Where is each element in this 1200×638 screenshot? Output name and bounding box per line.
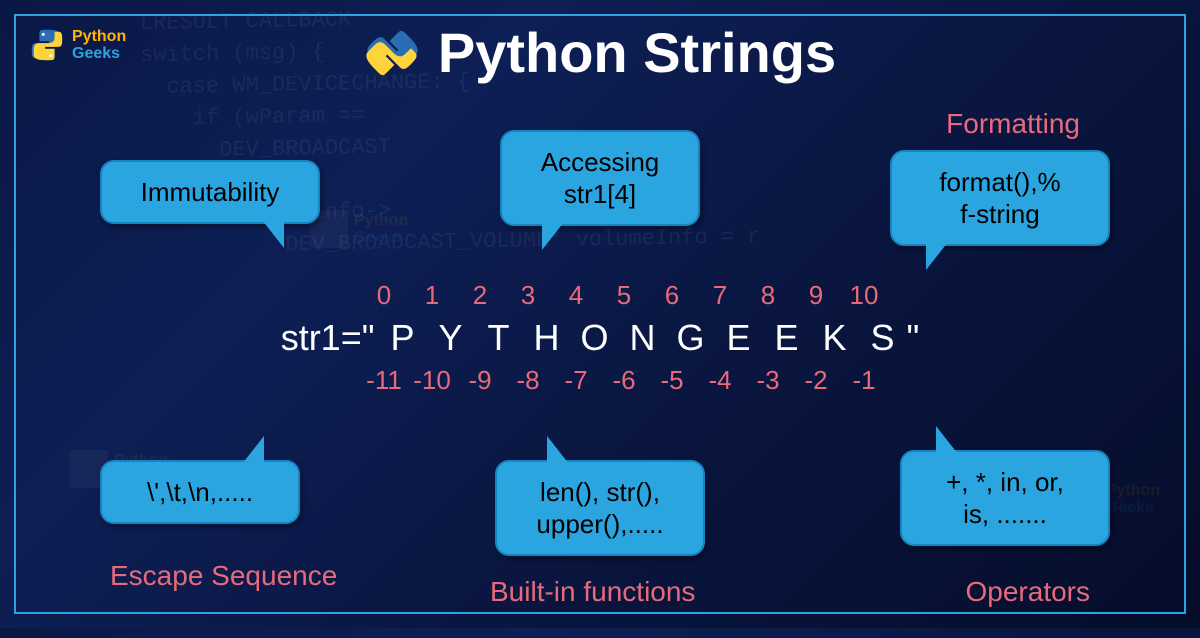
string-suffix: " <box>907 317 920 359</box>
bubble-operators-l1: +, *, in, or, <box>946 467 1064 497</box>
bubble-accessing-l2: str1[4] <box>564 179 636 209</box>
bubble-tail <box>262 220 284 248</box>
bubble-escape: \',\t,\n,..... <box>100 460 300 524</box>
negative-indices: -11 -10 -9 -8 -7 -6 -5 -4 -3 -2 -1 <box>0 365 1200 396</box>
index-diagram: 0 1 2 3 4 5 6 7 8 9 10 str1=" P Y T H O … <box>0 280 1200 396</box>
bubble-operators: +, *, in, or, is, ....... <box>900 450 1110 546</box>
title-bar: Python Strings <box>0 20 1200 85</box>
bubble-tail <box>242 436 264 464</box>
label-builtin: Built-in functions <box>490 576 695 608</box>
bubble-tail <box>547 436 569 464</box>
bubble-tail <box>936 426 958 454</box>
bubble-accessing: Accessing str1[4] <box>500 130 700 226</box>
bubble-formatting-l1: format(),% <box>939 167 1060 197</box>
bubble-accessing-l1: Accessing <box>541 147 660 177</box>
bubble-escape-text: \',\t,\n,..... <box>147 477 253 507</box>
bubble-tail <box>542 222 564 250</box>
string-prefix: str1=" <box>281 317 375 359</box>
bubble-builtin-l1: len(), str(), <box>540 477 660 507</box>
bubble-formatting-l2: f-string <box>960 199 1039 229</box>
positive-indices: 0 1 2 3 4 5 6 7 8 9 10 <box>0 280 1200 311</box>
label-escape: Escape Sequence <box>110 560 337 592</box>
bubble-operators-l2: is, ....... <box>963 499 1047 529</box>
bubble-immutability: Immutability <box>100 160 320 224</box>
bubble-builtin: len(), str(), upper(),..... <box>495 460 705 556</box>
bubble-immutability-text: Immutability <box>141 177 280 207</box>
bubble-formatting: format(),% f-string <box>890 150 1110 246</box>
label-operators: Operators <box>966 576 1091 608</box>
watermark-1: PythonGeeks <box>310 210 408 248</box>
string-chars: P Y T H O N G E E K S <box>379 317 907 359</box>
label-formatting: Formatting <box>946 108 1080 140</box>
python-logo-icon <box>364 25 420 81</box>
string-row: str1=" P Y T H O N G E E K S " <box>0 317 1200 359</box>
bubble-builtin-l2: upper(),..... <box>536 509 663 539</box>
page-title: Python Strings <box>438 20 836 85</box>
bubble-tail <box>926 242 948 270</box>
